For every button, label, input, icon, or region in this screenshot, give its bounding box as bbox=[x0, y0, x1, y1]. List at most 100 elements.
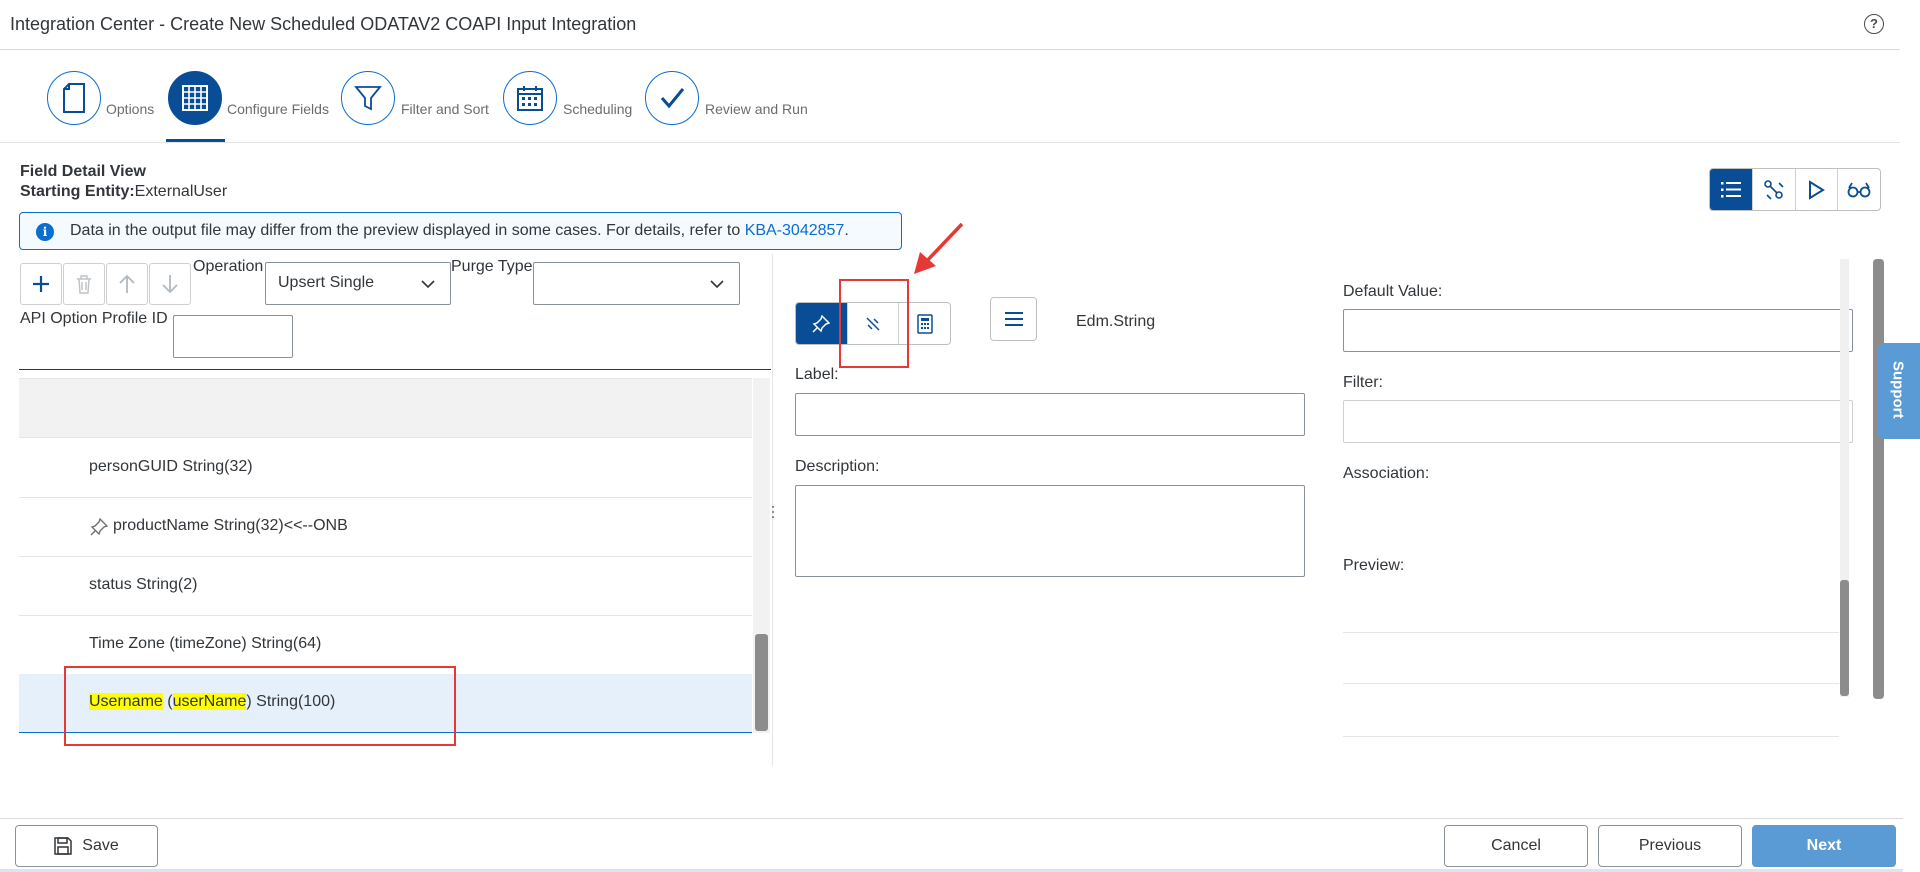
cancel-button-label: Cancel bbox=[1491, 837, 1541, 854]
field-row-label: Time Zone (timeZone) String(64) bbox=[89, 635, 322, 652]
list-icon bbox=[1720, 181, 1741, 197]
info-message-strip: i Data in the output file may differ fro… bbox=[19, 212, 902, 250]
pin-icon bbox=[812, 314, 831, 333]
info-message-text: Data in the output file may differ from … bbox=[70, 222, 849, 240]
operation-label: Operation bbox=[193, 258, 264, 275]
api-profile-label: API Option Profile ID bbox=[20, 310, 168, 327]
save-button-label: Save bbox=[82, 837, 119, 854]
chevron-down-icon bbox=[421, 280, 435, 289]
filter-input[interactable] bbox=[1343, 400, 1853, 443]
step-filter-sort-button[interactable] bbox=[341, 71, 395, 125]
move-down-button[interactable] bbox=[149, 263, 191, 305]
previous-button[interactable]: Previous bbox=[1598, 825, 1742, 867]
field-row-label: productName String(32)<<--ONB bbox=[113, 517, 348, 534]
description-textarea[interactable] bbox=[795, 485, 1305, 577]
field-row-label: status String(2) bbox=[89, 576, 198, 593]
step-configure-fields-label[interactable]: Configure Fields bbox=[227, 101, 329, 117]
preview-row-divider bbox=[1343, 632, 1839, 633]
wizard-steps: Options Configure Fields Filter and Sort… bbox=[0, 51, 1900, 143]
grid-icon bbox=[182, 85, 208, 111]
run-preview-button[interactable] bbox=[1796, 169, 1839, 210]
list-view-button[interactable] bbox=[1710, 169, 1753, 210]
support-tab-label[interactable]: Support bbox=[1886, 345, 1910, 435]
field-data-type: Edm.String bbox=[1076, 313, 1156, 330]
arrow-up-icon bbox=[119, 274, 135, 293]
kba-link[interactable]: KBA-3042857 bbox=[745, 222, 845, 239]
annotation-highlight-box bbox=[64, 666, 456, 746]
step-scheduling-label[interactable]: Scheduling bbox=[563, 101, 632, 117]
list-divider bbox=[19, 369, 771, 370]
save-button[interactable]: Save bbox=[15, 825, 158, 867]
checkmark-icon bbox=[660, 88, 685, 109]
step-configure-fields-button[interactable] bbox=[168, 71, 222, 125]
field-list-header bbox=[19, 378, 752, 438]
arrow-down-icon bbox=[162, 275, 178, 294]
info-message-suffix: . bbox=[844, 222, 849, 239]
preview-label: Preview: bbox=[1343, 557, 1405, 574]
preview-scrollbar-thumb[interactable] bbox=[1840, 580, 1849, 696]
purge-type-select[interactable] bbox=[533, 262, 740, 305]
pin-icon bbox=[90, 518, 108, 536]
starting-entity-value: ExternalUser bbox=[134, 183, 228, 200]
list-scrollbar-thumb[interactable] bbox=[755, 634, 768, 731]
view-mode-toggle bbox=[1709, 168, 1881, 211]
annotation-arrow-icon bbox=[914, 222, 964, 274]
purge-type-label: Purge Type bbox=[451, 258, 533, 275]
step-options-label[interactable]: Options bbox=[106, 101, 154, 117]
default-value-input[interactable] bbox=[1343, 309, 1853, 352]
chevron-down-icon bbox=[710, 280, 724, 289]
preview-row-divider bbox=[1343, 736, 1839, 737]
next-button-label: Next bbox=[1806, 837, 1842, 854]
starting-entity-label: Starting Entity: bbox=[20, 183, 135, 200]
calendar-icon bbox=[517, 86, 543, 111]
association-label: Association: bbox=[1343, 465, 1430, 482]
move-up-button[interactable] bbox=[106, 263, 148, 305]
calculator-icon bbox=[916, 313, 933, 334]
default-value-label: Default Value: bbox=[1343, 283, 1443, 300]
operation-select[interactable]: Upsert Single bbox=[265, 262, 451, 305]
previous-button-label: Previous bbox=[1638, 837, 1702, 854]
mapping-icon bbox=[1763, 179, 1784, 200]
help-icon[interactable]: ? bbox=[1864, 14, 1884, 34]
active-step-indicator bbox=[166, 139, 225, 142]
mapping-view-button[interactable] bbox=[1753, 169, 1796, 210]
field-detail-title: Field Detail View bbox=[20, 163, 146, 180]
filter-label: Filter: bbox=[1343, 374, 1383, 391]
label-input[interactable] bbox=[795, 393, 1305, 436]
step-filter-sort-label[interactable]: Filter and Sort bbox=[401, 101, 489, 117]
header-bar: Integration Center - Create New Schedule… bbox=[0, 0, 1900, 50]
trash-icon bbox=[77, 275, 91, 294]
step-review-run-button[interactable] bbox=[645, 71, 699, 125]
glasses-icon bbox=[1847, 182, 1871, 197]
api-profile-input[interactable] bbox=[173, 315, 293, 358]
field-row-label: personGUID String(32) bbox=[89, 458, 253, 475]
operation-value: Upsert Single bbox=[278, 274, 375, 291]
plus-icon bbox=[33, 276, 49, 292]
field-row[interactable]: productName String(32)<<--ONB bbox=[19, 498, 752, 557]
info-icon: i bbox=[36, 223, 54, 241]
cancel-button[interactable]: Cancel bbox=[1444, 825, 1588, 867]
field-menu-button[interactable] bbox=[990, 297, 1037, 341]
funnel-icon bbox=[354, 86, 382, 111]
starting-entity: Starting Entity:ExternalUser bbox=[20, 183, 227, 201]
preview-row-divider bbox=[1343, 683, 1839, 684]
step-scheduling-button[interactable] bbox=[503, 71, 557, 125]
delete-field-button[interactable] bbox=[63, 263, 105, 305]
next-button[interactable]: Next bbox=[1752, 825, 1896, 867]
page-scrollbar-thumb[interactable] bbox=[1873, 259, 1884, 699]
splitter-grip-icon[interactable] bbox=[771, 505, 775, 519]
save-icon bbox=[54, 837, 73, 855]
info-message-body: Data in the output file may differ from … bbox=[70, 222, 745, 239]
step-options-button[interactable] bbox=[47, 71, 101, 125]
label-field-label: Label: bbox=[795, 366, 839, 383]
document-icon bbox=[63, 83, 85, 113]
play-icon bbox=[1809, 179, 1826, 200]
preview-data-button[interactable] bbox=[1838, 169, 1880, 210]
field-row[interactable]: status String(2) bbox=[19, 557, 752, 616]
add-field-button[interactable] bbox=[20, 263, 62, 305]
description-label: Description: bbox=[795, 458, 880, 475]
hamburger-icon bbox=[1004, 312, 1023, 326]
field-row[interactable]: personGUID String(32) bbox=[19, 439, 752, 498]
page-title: Integration Center - Create New Schedule… bbox=[10, 14, 637, 34]
step-review-run-label[interactable]: Review and Run bbox=[705, 101, 808, 117]
